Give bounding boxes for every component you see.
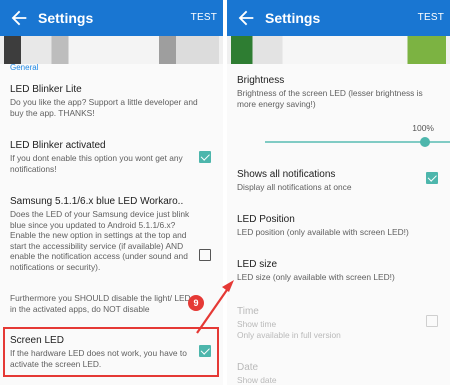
section-header-general: General: [10, 63, 39, 72]
pref-led-position[interactable]: LED Position LED position (only availabl…: [227, 213, 450, 238]
pref-date: Date Show date: [227, 361, 450, 385]
pref-summary: Does the LED of your Samsung device just…: [10, 209, 190, 272]
pref-title: Brightness: [237, 75, 285, 86]
back-arrow-icon[interactable]: [8, 7, 30, 29]
right-page-title: Settings: [265, 10, 321, 26]
brightness-slider-thumb[interactable]: [420, 137, 430, 147]
ad-image[interactable]: [231, 36, 446, 64]
step-number-badge: 9: [188, 295, 204, 311]
pref-summary: Do you like the app? Support a little de…: [10, 97, 198, 118]
pref-summary: If you dont enable this option you wont …: [10, 153, 183, 174]
left-ad-banner[interactable]: [0, 36, 223, 64]
pref-show-all-notifications[interactable]: Shows all notifications Display all noti…: [227, 168, 450, 193]
right-ad-banner[interactable]: [227, 36, 450, 64]
pref-samsung-workaround[interactable]: Samsung 5.1.1/6.x blue LED Workaro.. Doe…: [0, 195, 223, 273]
time-checkbox: [426, 315, 438, 327]
pref-title: LED size: [237, 259, 278, 270]
left-page-title: Settings: [38, 10, 94, 26]
pref-summary: Display all notifications at once: [237, 182, 352, 192]
pref-brightness[interactable]: Brightness Brightness of the screen LED …: [227, 74, 450, 109]
right-app-bar: Settings TEST: [227, 0, 450, 36]
back-arrow-icon[interactable]: [235, 7, 257, 29]
brightness-value: 100%: [412, 123, 434, 133]
pref-time: Time Show time Only available in full ve…: [227, 305, 450, 340]
samsung-workaround-checkbox[interactable]: [199, 249, 211, 261]
pref-summary: Show date: [237, 375, 277, 385]
right-settings-screen: Settings TEST Brightness Brightness of t…: [227, 0, 450, 385]
pref-summary: Show time Only available in full version: [237, 319, 341, 340]
pref-title: LED Blinker Lite: [10, 84, 82, 95]
pref-summary: LED size (only available with screen LED…: [237, 272, 395, 282]
pref-led-blinker-activated[interactable]: LED Blinker activated If you dont enable…: [0, 139, 223, 174]
pref-title: LED Position: [237, 214, 295, 225]
pref-led-blinker-lite[interactable]: LED Blinker Lite Do you like the app? Su…: [0, 83, 223, 118]
left-test-button[interactable]: TEST: [191, 12, 217, 23]
screen-led-highlight-box: [3, 327, 219, 377]
ad-image[interactable]: [4, 36, 219, 64]
pref-summary: LED position (only available with screen…: [237, 227, 409, 237]
pref-title: Shows all notifications: [237, 169, 336, 180]
pref-led-size[interactable]: LED size LED size (only available with s…: [227, 258, 450, 283]
led-blinker-activated-checkbox[interactable]: [199, 151, 211, 163]
pref-title: Time: [237, 306, 259, 317]
pref-title: LED Blinker activated: [10, 140, 106, 151]
pref-title: Samsung 5.1.1/6.x blue LED Workaro..: [10, 196, 184, 207]
left-app-bar: Settings TEST: [0, 0, 223, 36]
pref-title: Date: [237, 362, 259, 373]
pref-summary: Furthermore you SHOULD disable the light…: [10, 293, 191, 314]
pref-summary: Brightness of the screen LED (lesser bri…: [237, 88, 423, 109]
right-test-button[interactable]: TEST: [418, 12, 444, 23]
show-all-notifications-checkbox[interactable]: [426, 172, 438, 184]
